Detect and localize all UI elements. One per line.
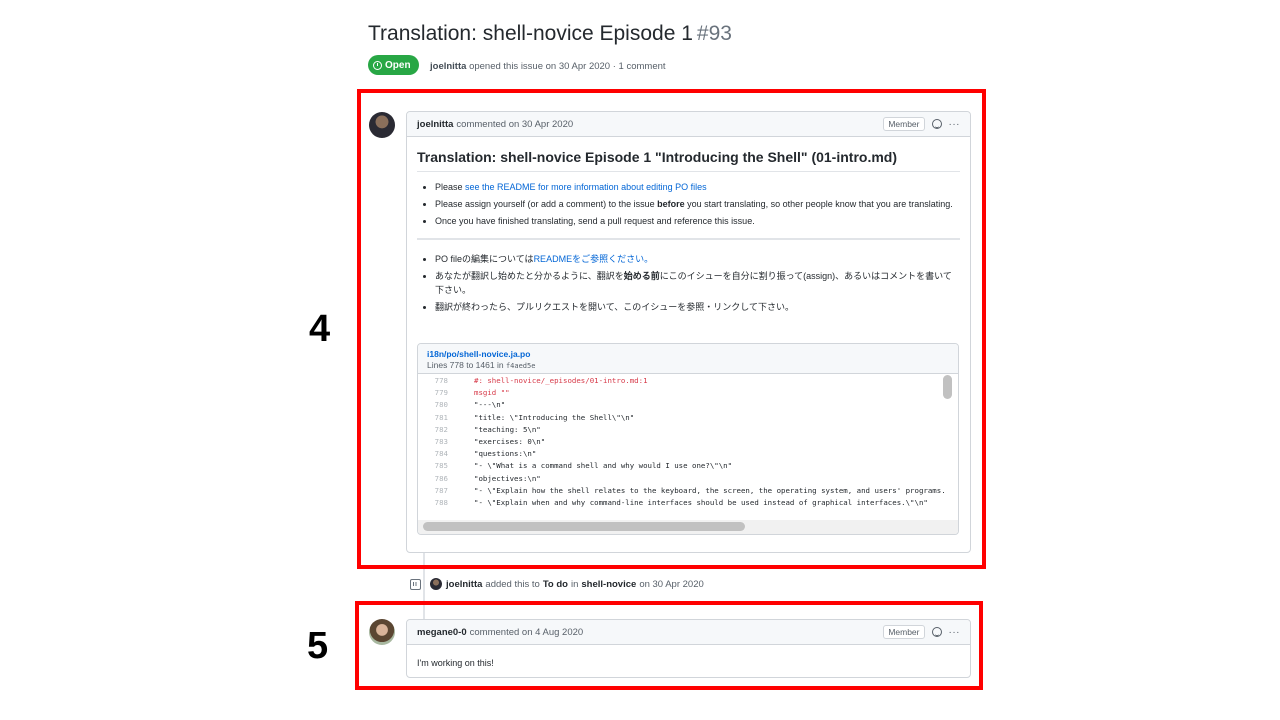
event-timestamp[interactable]: on 30 Apr 2020 <box>639 579 703 590</box>
project-column-link[interactable]: To do <box>543 579 568 590</box>
issue-opened-icon <box>373 60 382 70</box>
annotation-marker-4: 4 <box>309 308 331 350</box>
avatar[interactable] <box>430 578 442 590</box>
timeline-event: joelnitta added this to To do in shell-n… <box>410 578 707 590</box>
issue-number: #93 <box>696 22 732 45</box>
issue-title: Translation: shell-novice Episode 1 #93 <box>368 22 732 46</box>
issue-meta: joelnitta opened this issue on 30 Apr 20… <box>430 61 666 72</box>
status-badge-label: Open <box>385 59 411 71</box>
highlight-box-5 <box>355 601 983 690</box>
issue-author-link[interactable]: joelnitta <box>430 61 466 72</box>
project-link[interactable]: shell-novice <box>581 579 636 590</box>
status-badge: Open <box>368 55 419 75</box>
annotation-marker-5: 5 <box>307 625 329 667</box>
highlight-box-4 <box>357 89 986 569</box>
event-text: added this to <box>485 578 540 590</box>
project-icon <box>410 578 421 590</box>
issue-title-text: Translation: shell-novice Episode 1 <box>368 22 693 45</box>
event-actor-link[interactable]: joelnitta <box>446 579 482 590</box>
issue-opened-text: opened this issue on 30 Apr 2020 · 1 com… <box>469 61 666 72</box>
event-text: in <box>570 578 579 590</box>
